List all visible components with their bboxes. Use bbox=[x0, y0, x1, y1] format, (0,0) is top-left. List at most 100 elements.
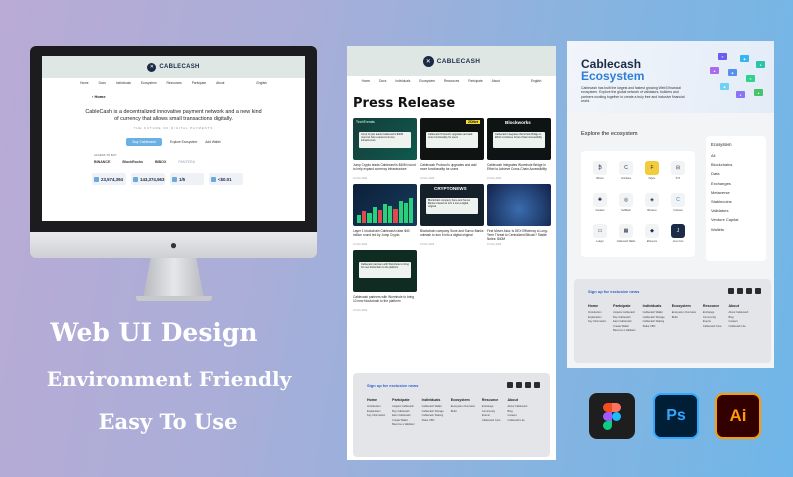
filter-item-exchanges[interactable]: Exchanges bbox=[711, 179, 761, 188]
filter-item-venture-capital[interactable]: Venture Capital bbox=[711, 215, 761, 224]
press-thumbnail bbox=[353, 184, 417, 226]
eco-item-juno-coin[interactable]: J Juno Coin bbox=[667, 224, 689, 247]
footer-link[interactable]: Acquire Cablecash bbox=[613, 311, 635, 316]
press-source: CRYPTONEWS bbox=[434, 186, 467, 191]
press-source: TechTrends bbox=[356, 120, 375, 124]
nav-home[interactable]: Home bbox=[362, 79, 371, 83]
footer-link[interactable]: Stake CBC bbox=[643, 325, 665, 330]
filter-item-metaverse[interactable]: Metaverse bbox=[711, 188, 761, 197]
github-icon[interactable] bbox=[534, 382, 540, 388]
footer-link[interactable]: Ecosystem Overview bbox=[672, 311, 696, 316]
nav-partcipate[interactable]: Partcipate bbox=[468, 79, 482, 83]
twitter-icon[interactable] bbox=[507, 382, 513, 388]
nav-home[interactable]: Home bbox=[80, 81, 89, 85]
nav-resources[interactable]: Resources bbox=[444, 79, 459, 83]
newsletter-signup-link[interactable]: Sign up for exclusive news bbox=[588, 289, 639, 294]
press-headline[interactable]: Cablecash Integrates Wormhole Bridge in … bbox=[487, 160, 551, 176]
press-headline[interactable]: Layer 1 blockchain Cablecash raise $40 m… bbox=[353, 226, 417, 242]
site-logo-text[interactable]: CABLECASH bbox=[437, 58, 481, 65]
footer-link[interactable]: Stake CBC bbox=[422, 419, 444, 424]
footer-link[interactable]: Key Information bbox=[588, 320, 606, 325]
eco-item-bitnance[interactable]: ◈ Bitnance bbox=[641, 192, 663, 216]
eco-item-ftx[interactable]: ⊟ FTX bbox=[667, 161, 689, 184]
filter-item-blockchains[interactable]: Blockchains bbox=[711, 160, 761, 169]
stat-value: <$0.01 bbox=[218, 176, 232, 182]
press-thumbnail: TechTrends Jump Crypto leads Cablecash's… bbox=[353, 118, 417, 160]
press-date: 21 Nov 2022 bbox=[487, 177, 502, 180]
footer-link[interactable]: Become a Validator bbox=[392, 423, 414, 428]
language-select[interactable]: English bbox=[256, 81, 266, 85]
press-headline[interactable]: First Mover Asia: Is DEX Efficiency a Lo… bbox=[487, 226, 551, 242]
footer-link[interactable]: Build bbox=[672, 316, 696, 321]
footer-link[interactable]: Cablecash Wallet bbox=[422, 405, 444, 410]
discord-icon[interactable] bbox=[516, 382, 522, 388]
press-headline[interactable]: Jump Crypto leads Cablecash's $40M round… bbox=[353, 160, 417, 176]
footer-link[interactable]: About Cablecash bbox=[508, 405, 528, 410]
press-card[interactable]: TechTrends Jump Crypto leads Cablecash's… bbox=[353, 118, 417, 180]
youtube-icon[interactable] bbox=[746, 288, 752, 294]
filter-item-wallets[interactable]: Wallets bbox=[711, 225, 761, 234]
site-footer: Sign up for exclusive news Home Introduc… bbox=[353, 373, 550, 457]
language-select[interactable]: English bbox=[531, 79, 541, 83]
cablecash-logo-icon[interactable]: ✕ bbox=[147, 62, 157, 72]
nav-ecosystem[interactable]: Ecosystem bbox=[141, 81, 157, 85]
eco-item-figure[interactable]: F Figure bbox=[641, 161, 663, 184]
eco-item-bitcoin[interactable]: ₿ Bitcoin bbox=[589, 161, 611, 184]
footer-link[interactable]: Build bbox=[451, 410, 475, 415]
twitter-icon[interactable] bbox=[728, 288, 734, 294]
youtube-icon[interactable] bbox=[525, 382, 531, 388]
footer-col-partcipate: Partcipate Acquire Cablecash Buy Cableca… bbox=[613, 304, 635, 334]
filter-item-stablecoins[interactable]: Stablecoins bbox=[711, 197, 761, 206]
nav-docs[interactable]: Docs bbox=[379, 79, 386, 83]
cablecash-logo-icon[interactable]: ✕ bbox=[422, 55, 434, 67]
press-card[interactable]: Layer 1 blockchain Cablecash raise $40 m… bbox=[353, 184, 417, 246]
press-headline[interactable]: Cablecash partners with Wormhole to brin… bbox=[353, 292, 417, 308]
press-card[interactable]: ZDNet Cablecash Protocol's upgrades and … bbox=[420, 118, 484, 180]
newsletter-signup-link[interactable]: Sign up for exclusive news bbox=[367, 383, 418, 388]
footer-link[interactable]: Cablecash Wallet bbox=[643, 311, 665, 316]
filter-item-validators[interactable]: Validators bbox=[711, 206, 761, 215]
site-logo-text[interactable]: CABLECASH bbox=[159, 64, 199, 70]
footer-link[interactable]: Key Information bbox=[367, 414, 385, 419]
eco-item-cardano[interactable]: ✺ Cardano bbox=[589, 192, 611, 216]
press-headline[interactable]: Cablecash Protocol's upgrades and add mo… bbox=[420, 160, 484, 176]
footer-link[interactable]: Acquire Cablecash bbox=[392, 405, 414, 410]
eco-item-cablecash-wallet[interactable]: ▦ Cablecash Wallet bbox=[615, 224, 637, 247]
nav-ecosystem[interactable]: Ecosystem bbox=[419, 79, 435, 83]
eco-item-coinbase[interactable]: C Coinbase bbox=[615, 161, 637, 184]
discord-icon[interactable] bbox=[737, 288, 743, 294]
footer-link[interactable]: Cablecash Core bbox=[482, 419, 501, 424]
eco-item-ledger[interactable]: ▭ Ledger bbox=[589, 224, 611, 247]
filter-item-all[interactable]: All bbox=[711, 151, 761, 160]
footer-link[interactable]: Cablecash Lite bbox=[729, 325, 749, 330]
footer-col-individuals: Individuals Cablecash Wallet Cablecash S… bbox=[643, 304, 665, 334]
footer-link[interactable]: Ecosystem Overview bbox=[451, 405, 475, 410]
press-card[interactable]: Blockworks Cablecash Integrates Wormhole… bbox=[487, 118, 551, 180]
press-thumb-headline: Cablecash Protocol's upgrades and add mo… bbox=[426, 132, 478, 148]
eco-item-label: Figure bbox=[648, 177, 656, 180]
nav-resources[interactable]: Resources bbox=[167, 81, 182, 85]
eco-item-subbank[interactable]: ◎ SubBank bbox=[615, 192, 637, 216]
github-icon[interactable] bbox=[755, 288, 761, 294]
press-card[interactable]: CRYPTONEWS Blockchain company Sune and S… bbox=[420, 184, 484, 246]
eco-item-coinweb[interactable]: C Coinweb bbox=[667, 192, 689, 216]
press-card[interactable]: Cablecash partners with Wormhole to brin… bbox=[353, 250, 417, 312]
filter-item-data[interactable]: Data bbox=[711, 169, 761, 178]
nav-individuals[interactable]: Individuals bbox=[395, 79, 410, 83]
eco-item-ethereum[interactable]: ◆ Ethereum bbox=[641, 224, 663, 247]
nav-about[interactable]: About bbox=[492, 79, 500, 83]
nav-partcipate[interactable]: Partcipate bbox=[192, 81, 206, 85]
nav-individuals[interactable]: Individuals bbox=[116, 81, 131, 85]
footer-link[interactable]: Become a Validator bbox=[613, 329, 635, 334]
nav-docs[interactable]: Docs bbox=[99, 81, 106, 85]
add-wallet-link[interactable]: Add Wallet bbox=[205, 140, 220, 144]
press-headline[interactable]: Blockchain company Sune and Sunvo Banks … bbox=[420, 226, 484, 242]
buy-cablecash-button[interactable]: Buy Cablecash bbox=[126, 138, 162, 146]
explore-ecosystem-link[interactable]: Explore Ecosystem bbox=[170, 140, 197, 144]
footer-link[interactable]: About Cablecash bbox=[729, 311, 749, 316]
press-card[interactable]: First Mover Asia: Is DEX Efficiency a Lo… bbox=[487, 184, 551, 246]
footer-link[interactable]: Cablecash Lite bbox=[508, 419, 528, 424]
breadcrumb[interactable]: ‹ Home bbox=[42, 88, 305, 99]
nav-about[interactable]: About bbox=[216, 81, 224, 85]
footer-link[interactable]: Cablecash Core bbox=[703, 325, 722, 330]
